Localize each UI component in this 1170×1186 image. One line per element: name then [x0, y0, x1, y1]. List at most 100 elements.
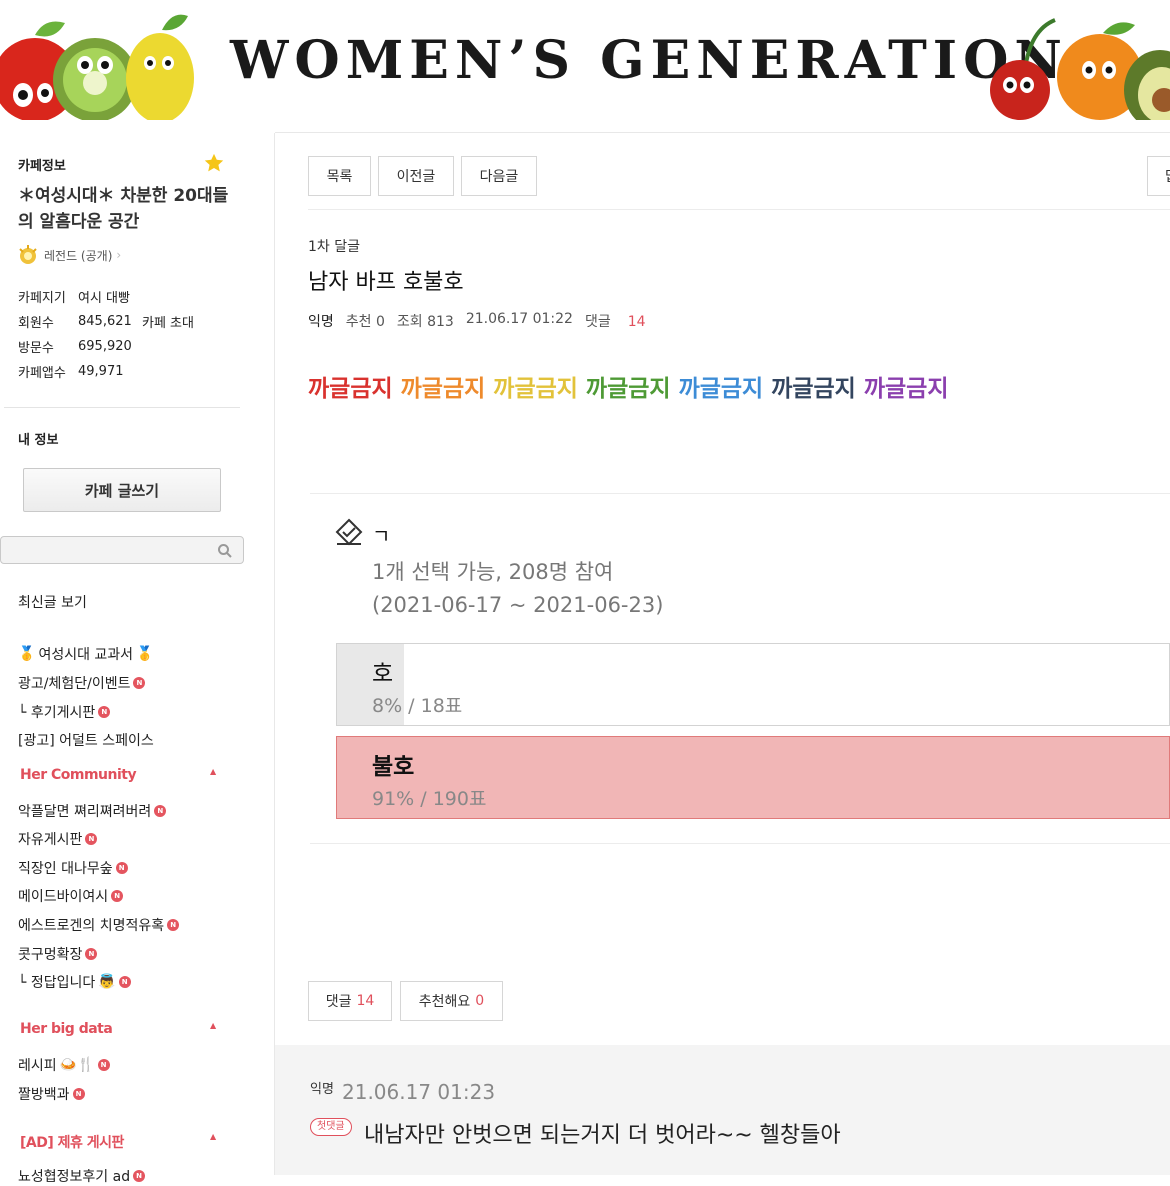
search-input[interactable] [1, 537, 201, 563]
menu-label: 직장인 대나무숲 [18, 861, 113, 877]
sidebar-item-recipe[interactable]: 레시피 🍛🍴 N [18, 1055, 110, 1075]
cafe-banner[interactable]: WOMEN’S GENERATION [0, 0, 1170, 120]
rainbow-word: 까글금지 [493, 376, 578, 402]
sidebar-item-community[interactable]: 자유게시판 N [18, 829, 98, 849]
menu-label: 자유게시판 [18, 832, 83, 848]
search-icon[interactable] [217, 543, 233, 559]
content-border [274, 133, 275, 1175]
favorite-star-icon[interactable] [203, 152, 225, 174]
rainbow-word: 까글금지 [863, 376, 949, 402]
sidebar-item-ad[interactable]: 뇨성협정보후기 ad N [18, 1166, 146, 1186]
collapse-caret-icon[interactable]: ▲ [210, 1132, 216, 1141]
new-badge: N [85, 833, 98, 845]
list-button[interactable]: 목록 [308, 156, 371, 196]
new-badge: N [85, 948, 98, 960]
new-badge: N [167, 919, 180, 931]
write-post-button[interactable]: 카페 글쓰기 [23, 468, 221, 512]
rainbow-notice: 까글금지 까글금지 까글금지 까글금지 까글금지 까글금지 까글금지 [308, 369, 956, 403]
sidebar-item-community[interactable]: 에스트로겐의 치명적유혹 N [18, 915, 180, 935]
recommend-button[interactable]: 추천해요 0 [400, 981, 503, 1021]
sidebar-item-community[interactable]: └ 정답입니다 👼 N [18, 972, 131, 992]
rainbow-word: 까글금지 [308, 376, 393, 402]
avocado-icon [1124, 50, 1170, 120]
recent-posts-label: 최신글 보기 [18, 595, 87, 611]
cafe-description: ＊여성시대＊ 차분한 20대들의 알흠다운 공간 [18, 186, 229, 232]
recommend-button-count: 0 [475, 993, 485, 1009]
comment-count: 14 [627, 314, 646, 330]
new-badge: N [97, 1059, 110, 1071]
lemon-icon [126, 14, 194, 120]
poll-option[interactable]: 불호 91% / 190표 [336, 736, 1170, 819]
comment-section [275, 1045, 1170, 1175]
new-badge: N [111, 890, 124, 902]
sidebar-item-community[interactable]: 악플달면 쪄리쪄려버려 N [18, 801, 167, 821]
writer-name[interactable]: 익명 [308, 311, 334, 331]
sidebar-item-community[interactable]: 콧구멍확장 N [18, 944, 98, 964]
new-badge: N [118, 976, 131, 988]
sidebar-item-community[interactable]: 메이드바이여시 N [18, 886, 124, 906]
collapse-caret-icon[interactable]: ▲ [210, 1021, 216, 1030]
invite-link[interactable]: 카페 초대 [142, 312, 194, 331]
poll-top-divider [310, 493, 1170, 494]
stat-key: 카페지기 [18, 291, 66, 306]
sidebar-item-adult-space[interactable]: [광고] 어덜트 스페이스 [18, 730, 154, 750]
sidebar-item-ad-event[interactable]: 광고/체험단/이벤트 N [18, 673, 146, 693]
sidebar-item-review[interactable]: └ 후기게시판 N [18, 702, 111, 722]
cafe-stats: 카페지기 여시 대빵 회원수 845,621 카페 초대 방문수 695,920 카페앱… [18, 284, 194, 384]
menu-label: 레시피 [18, 1058, 57, 1074]
new-badge: N [98, 706, 111, 718]
rainbow-word: 까글금지 [400, 376, 486, 402]
content-border [275, 132, 1170, 133]
poll-option-result: 8% / 18표 [372, 695, 463, 717]
cafe-search[interactable] [0, 536, 244, 564]
comment-toggle-button[interactable]: 댓글 14 [308, 981, 392, 1021]
menu-label: └ 정답입니다 [18, 975, 96, 991]
my-info-label[interactable]: 내 정보 [18, 429, 58, 448]
stat-key: 방문수 [18, 341, 54, 356]
sidebar-item-textbook[interactable]: 🥇 여성시대 교과서 🥇 [18, 644, 154, 664]
menu-label: 짤방백과 [18, 1087, 70, 1103]
collapse-caret-icon[interactable]: ▲ [210, 767, 216, 776]
rainbow-word: 까글금지 [771, 376, 856, 402]
rainbow-word: 까글금지 [585, 376, 671, 402]
next-post-button[interactable]: 다음글 [461, 156, 537, 196]
poll-participation: 1개 선택 가능, 208명 참여 [372, 560, 614, 584]
sidebar-item-memes[interactable]: 짤방백과 N [18, 1084, 85, 1104]
section-her-community[interactable]: Her Community [20, 767, 137, 783]
stat-key: 카페앱수 [18, 366, 66, 381]
comment-button-label: 댓글 [325, 994, 352, 1010]
new-badge: N [133, 1170, 146, 1182]
stat-key: 회원수 [18, 316, 54, 331]
grade-label: 레전드 (공개) [44, 248, 113, 263]
new-badge: N [72, 1088, 85, 1100]
recommend-button-label: 추천해요 [418, 994, 471, 1010]
banner-title: WOMEN’S GENERATION [230, 30, 1068, 91]
menu-label: └ 후기게시판 [18, 705, 96, 721]
section-ad-board[interactable]: [AD] 제휴 게시판 [20, 1132, 124, 1152]
poll-period: (2021-06-17 ~ 2021-06-23) [372, 593, 664, 617]
new-badge: N [115, 862, 128, 874]
view-count: 조회 813 [396, 314, 454, 330]
recent-posts-link[interactable]: 최신글 보기 [18, 592, 87, 612]
stat-value: 845,621 [78, 314, 132, 329]
comment-writer[interactable]: 익명 [310, 1078, 334, 1097]
rainbow-word: 까글금지 [678, 376, 764, 402]
sidebar-item-community[interactable]: 직장인 대나무숲 N [18, 858, 128, 878]
medal-icon: 🥇 [136, 646, 154, 662]
prev-post-button[interactable]: 이전글 [378, 156, 454, 196]
toolbar-divider [308, 209, 1170, 210]
menu-label: 악플달면 쪄리쪄려버려 [18, 804, 152, 820]
post-title: 남자 바프 호불호 [308, 270, 464, 295]
board-name-link[interactable]: 1차 달글 [308, 236, 360, 256]
comment-label: 댓글 [584, 314, 611, 330]
section-her-big-data[interactable]: Her big data [20, 1021, 113, 1037]
member-grade[interactable]: 레전드 (공개) › [16, 243, 121, 267]
reply-button[interactable]: 답 [1147, 156, 1170, 196]
stat-value[interactable]: 여시 대빵 [78, 287, 142, 306]
post-meta: 익명 추천 0 조회 813 21.06.17 01:22 댓글 14 [308, 311, 658, 331]
poll-option[interactable]: 호 8% / 18표 [336, 643, 1170, 726]
recommend-count: 추천 0 [345, 314, 385, 330]
crown-icon [19, 245, 37, 264]
post-date: 21.06.17 01:22 [465, 311, 573, 327]
comment-link[interactable]: 댓글 14 [585, 311, 658, 331]
